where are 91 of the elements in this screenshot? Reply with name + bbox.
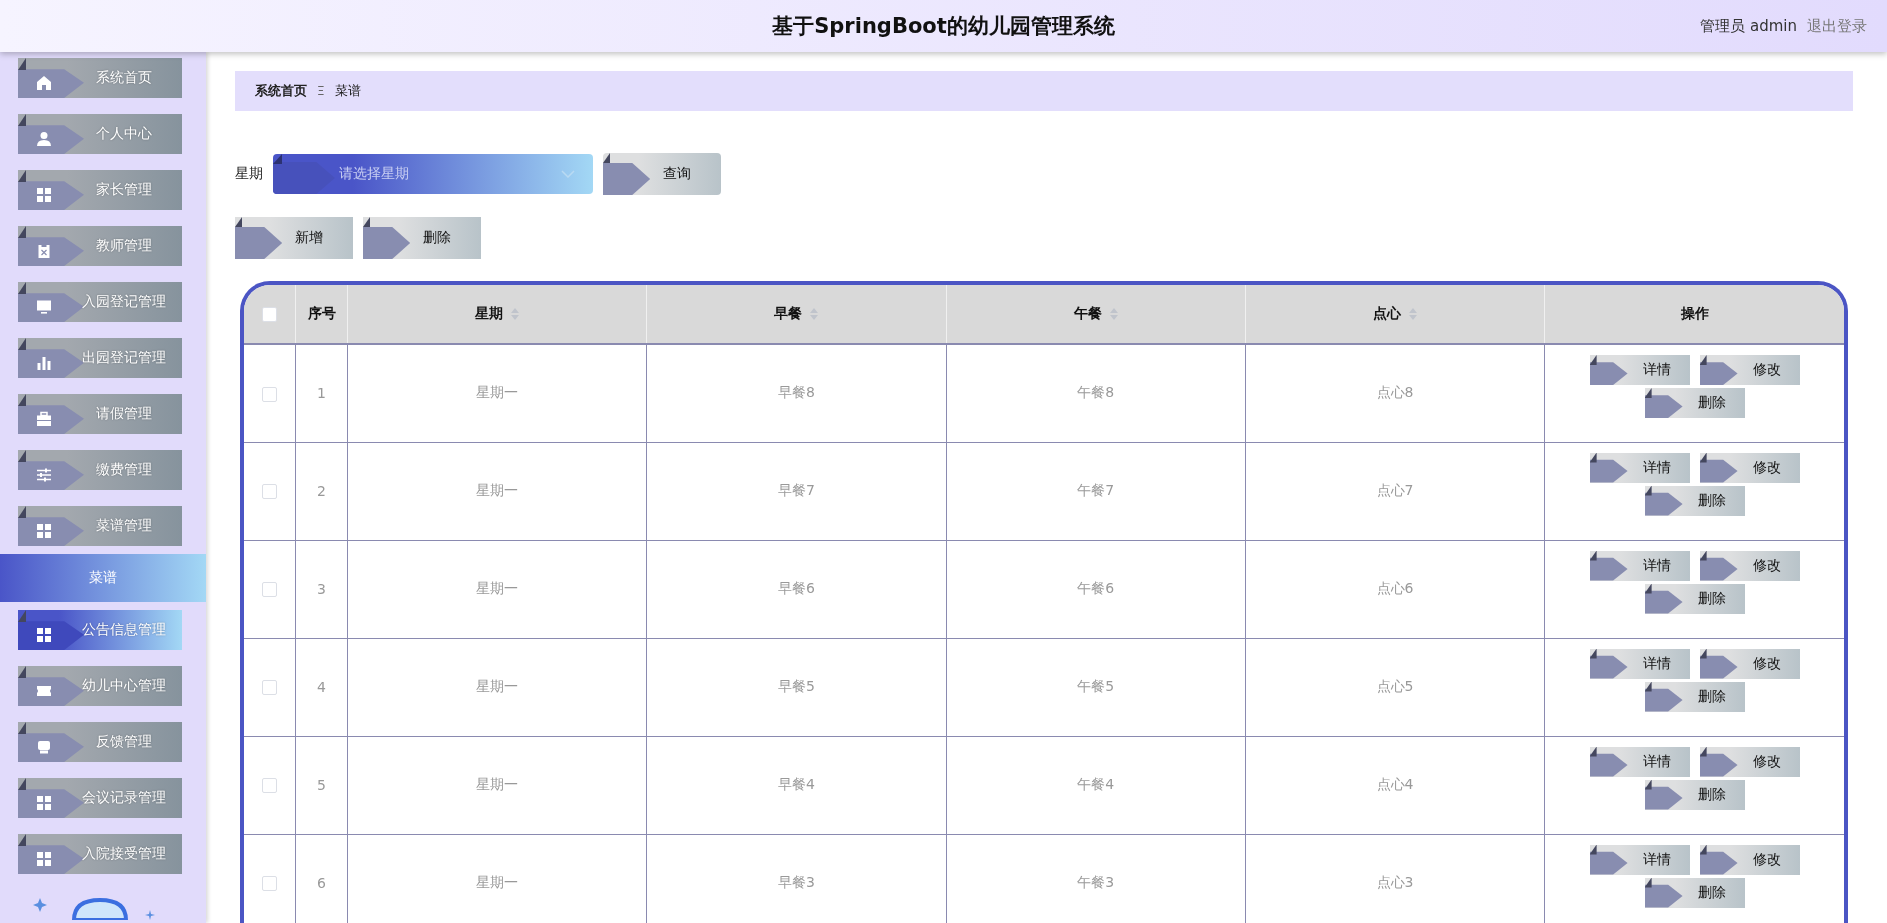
table-cell: 星期一 (476, 384, 519, 401)
row-checkbox[interactable] (262, 484, 277, 500)
row-action-button[interactable]: 详情 (1589, 550, 1690, 581)
table-cell: 早餐3 (778, 874, 815, 890)
row-action-button[interactable]: 删除 (1644, 779, 1745, 810)
grid-icon (36, 523, 52, 539)
table-cell: 点心5 (1376, 678, 1414, 694)
row-checkbox[interactable] (262, 386, 277, 402)
grid-icon (36, 187, 52, 203)
table-cell: 点心7 (1376, 482, 1414, 498)
table-cell: 星期一 (476, 580, 519, 596)
breadcrumb-link[interactable]: 菜谱 (334, 82, 361, 100)
weekday-select[interactable]: 请选择星期 (273, 154, 593, 194)
row-action-button[interactable]: 删除 (1644, 877, 1745, 908)
sort-icon[interactable] (810, 308, 819, 320)
user-name: 管理员 admin (1700, 16, 1797, 36)
briefcase-icon (36, 411, 52, 427)
row-checkbox[interactable] (262, 778, 277, 794)
row-action-button[interactable]: 修改 (1699, 452, 1800, 483)
row-checkbox[interactable] (262, 680, 277, 696)
column-header: 序号 (307, 305, 336, 323)
table-cell: 星期一 (476, 678, 519, 694)
table-cell: 点心3 (1376, 874, 1414, 890)
user-icon (36, 131, 52, 147)
row-action-button[interactable]: 详情 (1589, 648, 1690, 679)
monitor-icon (36, 299, 52, 315)
action-button[interactable]: 新增 (235, 217, 353, 259)
table-cell: 星期一 (476, 874, 519, 890)
row-checkbox[interactable] (262, 876, 277, 892)
table-cell: 早餐8 (778, 384, 815, 401)
select-all-checkbox[interactable] (262, 307, 277, 323)
table-cell: 点心4 (1376, 776, 1414, 792)
breadcrumb-separator: Ξ (317, 84, 325, 98)
table-cell: 6 (317, 875, 326, 891)
ticket-icon (36, 683, 52, 699)
table-cell: 午餐6 (1077, 580, 1115, 596)
column-header: 星期 (475, 305, 504, 323)
row-action-button[interactable]: 详情 (1589, 844, 1690, 875)
field-label: 星期 (235, 165, 263, 183)
column-header: 点心 (1373, 305, 1402, 323)
sliders-icon (36, 467, 52, 483)
table-cell: 早餐7 (778, 482, 815, 498)
table-cell: 3 (317, 581, 326, 597)
table-cell: 早餐5 (778, 678, 815, 694)
column-header: 操作 (1680, 305, 1709, 323)
row-action-button[interactable]: 修改 (1699, 355, 1800, 385)
home-icon (36, 75, 52, 91)
row-action-button[interactable]: 详情 (1589, 746, 1690, 777)
chevron-down-icon (561, 170, 575, 178)
column-header: 午餐 (1073, 305, 1102, 323)
chart-icon (36, 355, 52, 371)
row-action-button[interactable]: 修改 (1699, 844, 1800, 875)
table-cell: 午餐4 (1077, 776, 1115, 792)
row-checkbox[interactable] (262, 582, 277, 598)
column-header: 早餐 (774, 305, 803, 323)
grid-icon (36, 795, 52, 811)
clipboard-icon (36, 243, 52, 259)
table-cell: 2 (317, 483, 326, 499)
printer-icon (36, 739, 52, 755)
sort-icon[interactable] (1109, 308, 1118, 320)
grid-icon (36, 627, 52, 643)
row-action-button[interactable]: 删除 (1644, 681, 1745, 712)
row-action-button[interactable]: 修改 (1699, 746, 1800, 777)
table-cell: 点心8 (1376, 384, 1414, 401)
action-button[interactable]: 删除 (363, 217, 481, 259)
sort-icon[interactable] (511, 308, 520, 320)
sort-icon[interactable] (1409, 308, 1418, 320)
grid-icon (36, 851, 52, 867)
table-cell: 点心6 (1376, 580, 1414, 596)
row-action-button[interactable]: 修改 (1699, 648, 1800, 679)
row-action-button[interactable]: 删除 (1644, 583, 1745, 614)
table-cell: 午餐8 (1077, 384, 1115, 401)
table-cell: 早餐4 (778, 776, 815, 792)
search-button[interactable]: 查询 (603, 153, 721, 195)
logout-link[interactable]: 退出登录 (1807, 16, 1867, 36)
row-action-button[interactable]: 删除 (1644, 388, 1745, 418)
table-cell: 5 (317, 777, 326, 793)
row-action-button[interactable]: 删除 (1644, 485, 1745, 516)
table-cell: 星期一 (476, 776, 519, 792)
app-title: 基于SpringBoot的幼儿园管理系统 (772, 13, 1115, 40)
breadcrumb-link[interactable]: 系统首页 (255, 82, 307, 100)
table-cell: 午餐3 (1077, 874, 1115, 890)
row-action-button[interactable]: 修改 (1699, 550, 1800, 581)
table-cell: 午餐7 (1077, 482, 1115, 498)
table-cell: 早餐6 (778, 580, 815, 596)
table-cell: 午餐5 (1077, 678, 1115, 694)
table-cell: 1 (317, 385, 326, 402)
table-cell: 星期一 (476, 482, 519, 498)
table-cell: 4 (317, 679, 326, 695)
row-action-button[interactable]: 详情 (1589, 355, 1690, 385)
row-action-button[interactable]: 详情 (1589, 452, 1690, 483)
